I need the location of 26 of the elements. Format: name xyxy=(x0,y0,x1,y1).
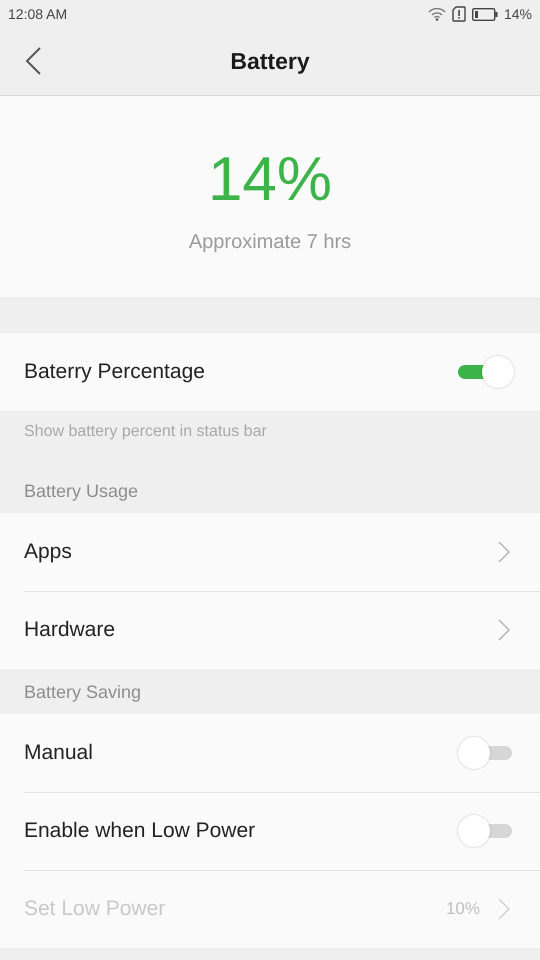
sim-alert-icon xyxy=(452,6,466,22)
chevron-right-icon xyxy=(498,619,510,641)
section-header: Battery Saving xyxy=(23,681,142,704)
row-label: Enable when Low Power xyxy=(24,819,256,843)
battery-percent: 14% xyxy=(504,6,532,22)
settings-row[interactable]: Manual xyxy=(0,714,540,792)
battery-icon xyxy=(472,8,498,20)
toggle-switch[interactable] xyxy=(456,354,516,390)
status-time: 12:08 AM xyxy=(8,6,68,22)
row-value: 10% xyxy=(446,899,480,919)
settings-row[interactable]: Apps xyxy=(0,513,540,591)
chevron-right-icon xyxy=(498,898,510,920)
wifi-icon xyxy=(428,7,446,21)
page-title: Battery xyxy=(230,48,310,75)
settings-row[interactable]: Enable when Low Power xyxy=(0,792,540,870)
battery-level: 14% xyxy=(208,149,332,211)
settings-row[interactable]: Baterry Percentage xyxy=(0,333,540,411)
settings-row[interactable]: Hardware xyxy=(0,591,540,669)
chevron-right-icon xyxy=(498,541,510,563)
row-label: Hardware xyxy=(24,618,116,642)
row-label: Baterry Percentage xyxy=(24,360,205,384)
row-label: Manual xyxy=(24,741,93,765)
section-hint: Show battery percent in status bar xyxy=(23,422,268,442)
section-header: Battery Usage xyxy=(23,480,140,503)
time-estimate: Approximate 7 hrs xyxy=(188,231,352,254)
row-label: Apps xyxy=(24,540,72,564)
